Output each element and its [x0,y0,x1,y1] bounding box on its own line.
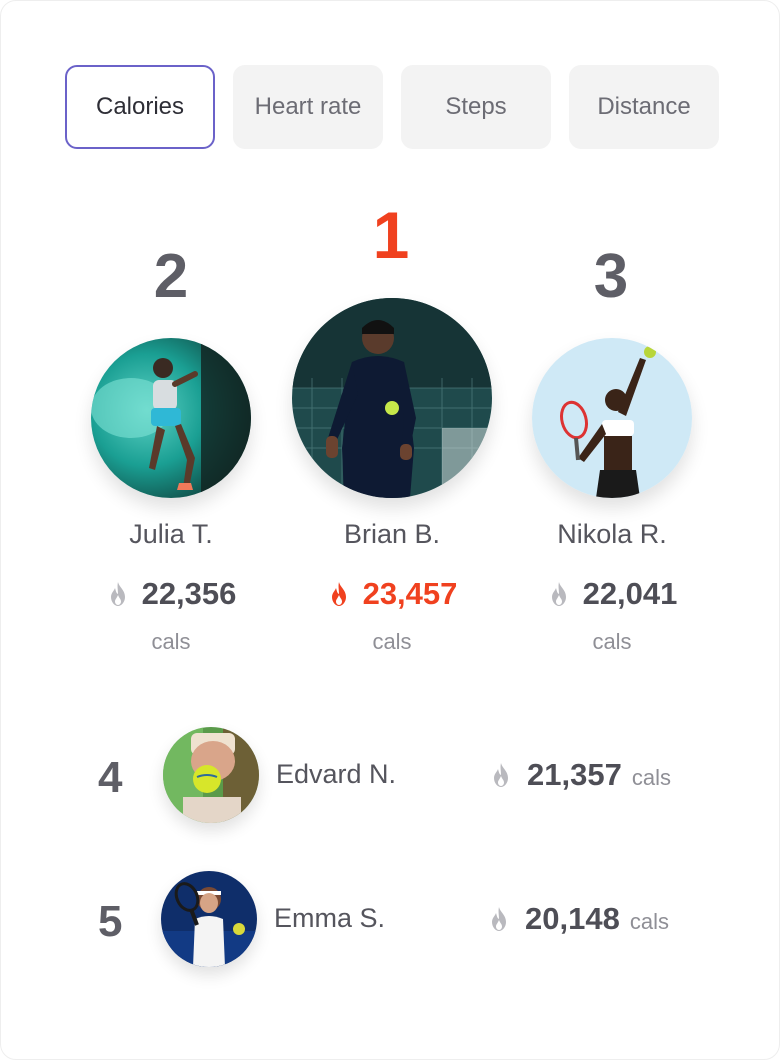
player-name: Julia T. [129,519,213,549]
flame-icon [331,582,346,606]
score-unit: cals [631,765,671,790]
tab-calories[interactable]: Calories [65,65,215,149]
player-score: 20,148 cals [487,901,669,937]
flame-icon [492,907,506,931]
rank-number: 4 [98,753,123,802]
player-score: 23,457 [282,576,502,612]
player-score: 22,356 [61,576,281,612]
score-value: 21,357 [527,757,622,792]
avatar-nikola[interactable] [532,338,692,498]
score-unit: cals [372,629,412,654]
leaderboard-card: Calories Heart rate Steps Distance 2 Jul… [0,0,780,1060]
rank-number: 3 [593,242,629,311]
tab-distance[interactable]: Distance [569,65,719,149]
score-unit: cals [629,909,669,934]
tab-heart-rate[interactable]: Heart rate [233,65,383,149]
player-name: Emma S. [274,903,386,933]
score-value: 20,148 [525,901,620,936]
avatar-brian[interactable] [292,298,492,498]
player-score: 21,357 cals [489,757,671,793]
avatar-emma[interactable] [161,871,257,967]
score-value: 22,041 [582,576,678,611]
rank-number: 1 [372,198,410,272]
rank-number: 2 [153,242,189,311]
avatar-image [161,871,257,967]
player-name: Brian B. [343,519,441,549]
player-name: Edvard N. [276,759,397,789]
flame-icon [494,763,508,787]
avatar-image [292,298,492,498]
avatar-edvard[interactable] [163,727,259,823]
player-name: Nikola R. [557,519,667,549]
flame-icon [551,582,566,606]
score-unit: cals [592,629,632,654]
avatar-julia[interactable] [91,338,251,498]
avatar-image [163,727,259,823]
tab-steps[interactable]: Steps [401,65,551,149]
metric-tabs: Calories Heart rate Steps Distance [65,65,719,149]
score-unit: cals [151,629,191,654]
flame-icon [110,582,125,606]
avatar-image [91,338,251,498]
avatar-image [532,338,692,498]
player-score: 22,041 [502,576,722,612]
rank-number: 5 [98,897,123,946]
score-value: 22,356 [141,576,237,611]
score-value: 23,457 [362,576,458,611]
